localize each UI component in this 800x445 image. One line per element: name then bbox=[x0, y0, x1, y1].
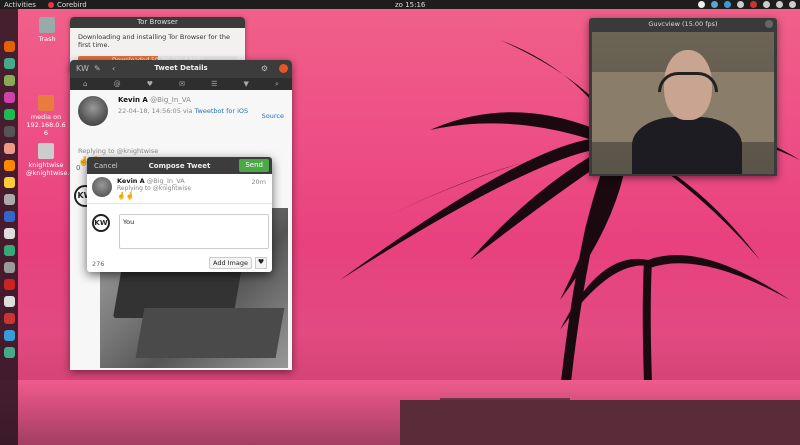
corebird-dock-icon[interactable] bbox=[3, 92, 15, 103]
person-body bbox=[632, 117, 742, 174]
source-link[interactable]: Source bbox=[262, 112, 284, 120]
clock[interactable]: zo 15:16 bbox=[395, 1, 425, 9]
folder-icon bbox=[38, 95, 54, 111]
replying-to: Replying to @knightwise bbox=[78, 147, 159, 155]
reply-text: 🤞🤞 bbox=[117, 192, 135, 200]
system-tray bbox=[698, 0, 796, 9]
trash-label: Trash bbox=[38, 35, 56, 43]
app-menu-label: Corebird bbox=[56, 0, 87, 9]
telegram-icon[interactable] bbox=[3, 330, 15, 341]
reply-author: Kevin A @Big_In_VA bbox=[117, 177, 266, 185]
tray-network-icon[interactable] bbox=[763, 1, 770, 8]
media-share-desktop-icon[interactable]: media on 192.168.0.6 6 bbox=[26, 95, 66, 137]
app-icon[interactable] bbox=[3, 126, 15, 137]
app-menu[interactable]: Corebird bbox=[47, 0, 87, 9]
tray-power-icon[interactable] bbox=[789, 1, 796, 8]
avatar[interactable] bbox=[78, 96, 108, 126]
app-icon[interactable] bbox=[3, 313, 15, 324]
close-icon[interactable] bbox=[279, 64, 288, 73]
search-tab-icon[interactable]: ⌕ bbox=[275, 80, 279, 89]
app-icon[interactable] bbox=[3, 245, 15, 256]
tweet-detail: Kevin A @Big_In_VA 22-04-18, 14:56:05 vi… bbox=[70, 90, 292, 126]
home-tab-icon[interactable]: ⌂ bbox=[83, 80, 87, 88]
user-avatar: KW bbox=[92, 214, 110, 232]
reply-time: 20m bbox=[251, 178, 266, 186]
corebird-icon bbox=[47, 1, 54, 8]
tweet-timestamp: 22-04-18, 14:56:05 via bbox=[118, 107, 193, 115]
tray-bird-icon[interactable] bbox=[711, 1, 718, 8]
tray-bell-icon[interactable] bbox=[737, 1, 744, 8]
app-icon[interactable] bbox=[3, 228, 15, 239]
firefox-icon[interactable] bbox=[3, 41, 15, 52]
filezilla-icon[interactable] bbox=[3, 279, 15, 290]
app-icon[interactable] bbox=[3, 296, 15, 307]
window-title: Guvcview (15.00 fps) bbox=[589, 18, 777, 30]
trash-icon bbox=[39, 17, 55, 33]
app-icon[interactable] bbox=[3, 211, 15, 222]
window-header: KW ✎ ‹ Tweet Details ⚙ bbox=[70, 60, 292, 78]
reply-author-name: Kevin A bbox=[117, 177, 145, 185]
tweet-text-input[interactable]: You bbox=[119, 214, 269, 249]
reply-author-handle: @Big_In_VA bbox=[146, 177, 185, 185]
reply-replying-to: Replying to @knightwise bbox=[117, 185, 192, 192]
webcam-feed bbox=[592, 32, 774, 174]
media-share-label: media on 192.168.0.6 6 bbox=[26, 113, 66, 137]
app-icon[interactable] bbox=[3, 75, 15, 86]
headphones bbox=[658, 72, 718, 92]
app-icon[interactable] bbox=[3, 177, 15, 188]
tray-telegram-icon[interactable] bbox=[724, 1, 731, 8]
filters-tab-icon[interactable]: ▼ bbox=[243, 80, 248, 88]
laptop-keyboard-image bbox=[135, 308, 285, 358]
via-link[interactable]: Tweetbot for iOS bbox=[195, 107, 249, 115]
close-icon[interactable] bbox=[765, 20, 773, 28]
activities-button[interactable]: Activities bbox=[4, 1, 36, 9]
dialog-header: Cancel Compose Tweet Send bbox=[87, 157, 272, 174]
emoji-icon[interactable]: ♥ bbox=[255, 257, 267, 269]
tweet-author: Kevin A @Big_In_VA bbox=[118, 96, 284, 104]
dock bbox=[0, 9, 18, 445]
author-name[interactable]: Kevin A bbox=[118, 96, 148, 104]
app-icon[interactable] bbox=[3, 143, 15, 154]
tray-app-icon[interactable] bbox=[750, 1, 757, 8]
add-image-button[interactable]: Add Image bbox=[208, 257, 252, 269]
drive-icon bbox=[38, 143, 54, 159]
mentions-tab-icon[interactable]: @ bbox=[114, 80, 121, 88]
tray-volume-icon[interactable] bbox=[776, 1, 783, 8]
guvcview-window: Guvcview (15.00 fps) bbox=[589, 18, 777, 176]
favorites-tab-icon[interactable]: ♥ bbox=[147, 80, 153, 88]
guvcview-title: Guvcview (15.00 fps) bbox=[648, 20, 718, 28]
tab-bar: ⌂ @ ♥ ✉ ☰ ▼ ⌕ bbox=[70, 78, 292, 90]
tray-chat-icon[interactable] bbox=[698, 1, 705, 8]
building-roof bbox=[400, 400, 800, 445]
app-icon[interactable] bbox=[3, 347, 15, 358]
chrome-icon[interactable] bbox=[3, 58, 15, 69]
avatar bbox=[92, 177, 112, 197]
counter: 0 bbox=[76, 164, 81, 172]
download-message: Downloading and installing Tor Browser f… bbox=[78, 33, 230, 49]
lists-tab-icon[interactable]: ☰ bbox=[211, 80, 217, 88]
trash-desktop-icon[interactable]: Trash bbox=[27, 17, 67, 43]
vlc-icon[interactable] bbox=[3, 160, 15, 171]
window-title: Tweet Details bbox=[154, 64, 208, 72]
send-button[interactable]: Send bbox=[239, 159, 269, 172]
spotify-icon[interactable] bbox=[3, 109, 15, 120]
character-count: 276 bbox=[92, 260, 105, 268]
app-icon[interactable] bbox=[3, 194, 15, 205]
messages-tab-icon[interactable]: ✉ bbox=[179, 80, 185, 88]
knightwise-drive-desktop-icon[interactable]: knightwise @knightwise.com bbox=[26, 143, 84, 177]
app-icon[interactable] bbox=[3, 262, 15, 273]
menu-icon[interactable]: ⚙ bbox=[261, 64, 268, 73]
compose-tweet-dialog: Cancel Compose Tweet Send Kevin A @Big_I… bbox=[87, 157, 272, 272]
reply-tweet-preview: Kevin A @Big_In_VA 20m Replying to @knig… bbox=[87, 174, 272, 204]
author-handle[interactable]: @Big_In_VA bbox=[150, 96, 191, 104]
top-bar: Activities Corebird zo 15:16 bbox=[0, 0, 800, 9]
tweet-meta: 22-04-18, 14:56:05 via Tweetbot for iOS bbox=[118, 107, 284, 115]
window-title: Tor Browser bbox=[70, 17, 245, 28]
knightwise-drive-label: knightwise @knightwise.com bbox=[26, 161, 84, 177]
